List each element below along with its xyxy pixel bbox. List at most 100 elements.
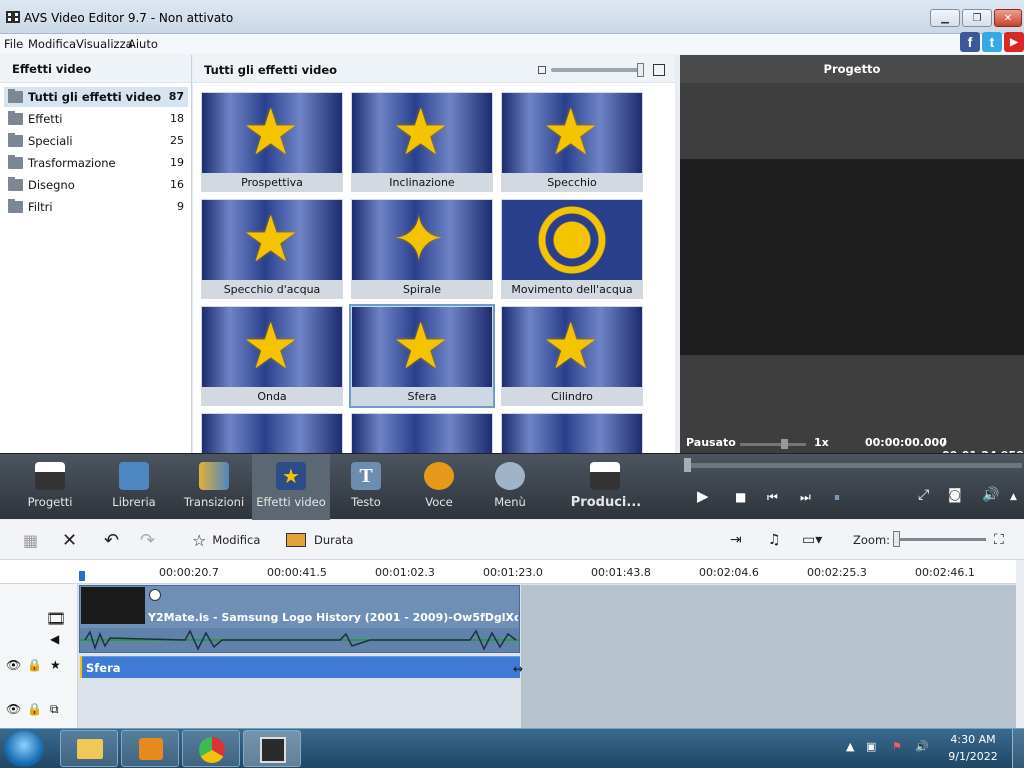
- eye-icon[interactable]: 👁: [6, 702, 21, 716]
- effect-prospettiva[interactable]: ★ Prospettiva: [201, 92, 343, 192]
- menu-file[interactable]: File: [4, 37, 23, 51]
- audio-settings-icon[interactable]: ♫: [768, 527, 794, 553]
- category-all[interactable]: Tutti gli effetti video 87: [4, 87, 188, 107]
- effect-movimento-dell-acqua[interactable]: Movimento dell'acqua: [501, 199, 643, 299]
- effect-cilindro[interactable]: ★ Cilindro: [501, 306, 643, 406]
- lock-icon[interactable]: 🔒: [27, 658, 42, 672]
- effect-spirale[interactable]: ✦ Spirale: [351, 199, 493, 299]
- produce-button[interactable]: Produci...: [568, 454, 644, 520]
- minimize-button[interactable]: ▁: [930, 9, 960, 27]
- effect-onda[interactable]: ★ Onda: [201, 306, 343, 406]
- playback-seekbar[interactable]: [684, 463, 1022, 468]
- effects-gallery: Tutti gli effetti video ★ Prospettiva ★ …: [193, 55, 868, 453]
- microphone-icon: [424, 462, 454, 490]
- timeline-empty-area[interactable]: [521, 585, 1016, 728]
- effect-clip[interactable]: [80, 656, 520, 678]
- menu-modifica[interactable]: Modifica: [28, 37, 76, 51]
- clip-color-icon[interactable]: [149, 589, 161, 601]
- twitter-icon[interactable]: t: [982, 32, 1002, 52]
- next-frame-icon[interactable]: ⏭: [800, 490, 811, 505]
- speed-slider[interactable]: [740, 443, 806, 446]
- duration-button[interactable]: Durata: [286, 527, 353, 553]
- zoom-slider[interactable]: [894, 538, 986, 541]
- fit-timeline-icon[interactable]: ⛶: [994, 527, 1010, 553]
- taskbar-media-player[interactable]: [121, 730, 179, 767]
- small-size-icon[interactable]: [538, 66, 546, 74]
- zoom-slider-handle[interactable]: [893, 531, 900, 547]
- split-clip-icon[interactable]: ⇥: [730, 527, 756, 553]
- maximize-icon: ❐: [972, 12, 982, 24]
- tab-testo[interactable]: T Testo: [331, 454, 401, 520]
- close-button[interactable]: ✕: [994, 9, 1022, 27]
- youtube-icon[interactable]: ▶: [1004, 32, 1024, 52]
- action-center-icon[interactable]: ⚑: [892, 740, 902, 753]
- tab-transizioni[interactable]: Transizioni: [179, 454, 249, 520]
- folder-icon: [8, 89, 23, 103]
- category-filtri[interactable]: Filtri 9: [4, 197, 188, 217]
- redo-icon[interactable]: ↷: [140, 527, 164, 553]
- effect-specchio[interactable]: ★ Specchio: [501, 92, 643, 192]
- effect-partial-1[interactable]: [201, 413, 343, 453]
- fullscreen-icon[interactable]: ⤢: [918, 487, 929, 503]
- aspect-ratio-icon[interactable]: ▭▾: [802, 527, 836, 553]
- timeline-scrollbar[interactable]: [1016, 560, 1024, 728]
- taskbar-explorer[interactable]: [60, 730, 118, 767]
- delete-icon[interactable]: ✕: [62, 527, 82, 553]
- storyboard-icon[interactable]: ▦: [23, 527, 47, 553]
- snapshot-icon[interactable]: ◙: [948, 487, 962, 503]
- effect-partial-3[interactable]: [501, 413, 643, 453]
- tab-effetti-video[interactable]: ★ Effetti video: [252, 454, 330, 520]
- play-icon[interactable]: ▶: [697, 487, 709, 505]
- category-trasformazione[interactable]: Trasformazione 19: [4, 153, 188, 173]
- effect-thumbnail: [502, 200, 642, 280]
- effect-partial-2[interactable]: [351, 413, 493, 453]
- thumbnail-size-slider[interactable]: [551, 68, 643, 72]
- effect-clip-start-handle[interactable]: [80, 656, 82, 678]
- previous-frame-icon[interactable]: ⏮: [767, 490, 778, 505]
- video-preview[interactable]: [680, 159, 1024, 355]
- star-icon: ★: [542, 310, 600, 384]
- network-icon[interactable]: ▣: [866, 740, 876, 753]
- volume-icon[interactable]: 🔊: [982, 487, 999, 503]
- category-disegno[interactable]: Disegno 16: [4, 175, 188, 195]
- large-size-icon[interactable]: [653, 64, 665, 76]
- audio-waveform[interactable]: [80, 628, 519, 652]
- effect-specchio-d-acqua[interactable]: ★ Specchio d'acqua: [201, 199, 343, 299]
- eye-icon[interactable]: 👁: [6, 658, 21, 672]
- maximize-button[interactable]: ❐: [962, 9, 992, 27]
- tab-libreria[interactable]: Libreria: [99, 454, 169, 520]
- tray-time[interactable]: 4:30 AM: [948, 733, 998, 746]
- effect-inclinazione[interactable]: ★ Inclinazione: [351, 92, 493, 192]
- gallery-title: Tutti gli effetti video: [204, 63, 338, 77]
- category-speciali[interactable]: Speciali 25: [4, 131, 188, 151]
- slider-handle[interactable]: [637, 63, 644, 77]
- playhead-marker[interactable]: [79, 571, 85, 581]
- split-icon[interactable]: ⏸: [834, 490, 840, 505]
- tab-label: Transizioni: [183, 495, 245, 509]
- start-button[interactable]: [4, 731, 44, 767]
- show-desktop-button[interactable]: [1012, 729, 1024, 768]
- category-effetti[interactable]: Effetti 18: [4, 109, 188, 129]
- edit-button[interactable]: ☆ Modifica: [192, 527, 260, 553]
- speed-slider-handle[interactable]: [781, 439, 788, 449]
- tray-expand-icon[interactable]: ▲: [846, 740, 854, 753]
- facebook-icon[interactable]: f: [960, 32, 980, 52]
- lock-icon[interactable]: 🔒: [27, 702, 42, 716]
- timeline-ruler[interactable]: 00:00:20.7 00:00:41.5 00:01:02.3 00:01:2…: [0, 560, 1016, 584]
- effect-sfera[interactable]: ★ Sfera: [349, 304, 495, 408]
- seekbar-handle[interactable]: [684, 458, 691, 472]
- undo-icon[interactable]: ↶: [104, 527, 128, 553]
- audio-mute-icon[interactable]: ◀: [50, 632, 59, 646]
- volume-tray-icon[interactable]: 🔊: [915, 740, 929, 753]
- tab-menu[interactable]: Menù: [475, 454, 545, 520]
- star-icon: ★: [542, 96, 600, 170]
- tab-progetti[interactable]: Progetti: [15, 454, 85, 520]
- tray-date[interactable]: 9/1/2022: [948, 750, 998, 763]
- taskbar-chrome[interactable]: [182, 730, 240, 767]
- menu-aiuto[interactable]: Aiuto: [128, 37, 158, 51]
- volume-arrow-icon[interactable]: ▲: [1010, 492, 1017, 502]
- tab-voce[interactable]: Voce: [404, 454, 474, 520]
- stop-icon[interactable]: ■: [735, 490, 746, 504]
- menu-visualizza[interactable]: Visualizza: [76, 37, 133, 51]
- taskbar-avs[interactable]: [243, 730, 301, 767]
